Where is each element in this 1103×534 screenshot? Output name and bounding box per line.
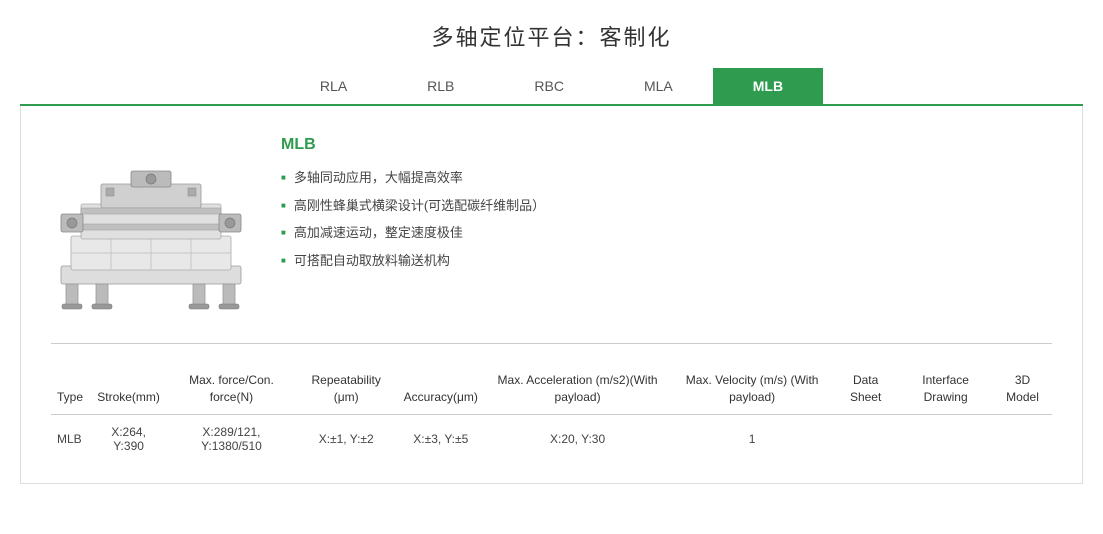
- product-info: MLB 多轴同动应用，大幅提高效率 高刚性蜂巢式横梁设计(可选配碳纤维制品） 高…: [281, 136, 1052, 278]
- cell-accuracy: X:±3, Y:±5: [398, 414, 484, 463]
- col-header-velocity: Max. Velocity (m/s) (With payload): [671, 364, 833, 414]
- col-header-force: Max. force/Con. force(N): [168, 364, 295, 414]
- cell-acceleration: X:20, Y:30: [484, 414, 671, 463]
- product-section: MLB 多轴同动应用，大幅提高效率 高刚性蜂巢式横梁设计(可选配碳纤维制品） 高…: [51, 136, 1052, 344]
- feature-item-4: 可搭配自动取放料输送机构: [281, 251, 1052, 271]
- tab-bar: RLA RLB RBC MLA MLB: [20, 68, 1083, 106]
- col-header-interface: Interface Drawing: [898, 364, 993, 414]
- tab-rla[interactable]: RLA: [280, 68, 387, 104]
- page-title: 多轴定位平台：客制化: [0, 0, 1103, 68]
- col-header-repeatability: Repeatability (μm): [295, 364, 398, 414]
- feature-item-3: 高加减速运动，整定速度极佳: [281, 223, 1052, 243]
- cell-repeatability: X:±1, Y:±2: [295, 414, 398, 463]
- cell-interface: [898, 414, 993, 463]
- cell-force: X:289/121, Y:1380/510: [168, 414, 295, 463]
- content-panel: MLB 多轴同动应用，大幅提高效率 高刚性蜂巢式横梁设计(可选配碳纤维制品） 高…: [20, 106, 1083, 484]
- col-header-datasheet: Data Sheet: [833, 364, 898, 414]
- feature-item-1: 多轴同动应用，大幅提高效率: [281, 168, 1052, 188]
- tab-rbc[interactable]: RBC: [494, 68, 604, 104]
- tab-rlb[interactable]: RLB: [387, 68, 494, 104]
- cell-velocity: 1: [671, 414, 833, 463]
- feature-list: 多轴同动应用，大幅提高效率 高刚性蜂巢式横梁设计(可选配碳纤维制品） 高加减速运…: [281, 168, 1052, 270]
- product-name: MLB: [281, 136, 1052, 154]
- col-header-stroke: Stroke(mm): [89, 364, 168, 414]
- cell-datasheet: [833, 414, 898, 463]
- tab-mlb[interactable]: MLB: [713, 68, 823, 104]
- col-header-accuracy: Accuracy(μm): [398, 364, 484, 414]
- col-header-type: Type: [51, 364, 89, 414]
- feature-item-2: 高刚性蜂巢式横梁设计(可选配碳纤维制品）: [281, 196, 1052, 216]
- cell-type: MLB: [51, 414, 89, 463]
- spec-table: Type Stroke(mm) Max. force/Con. force(N)…: [51, 364, 1052, 463]
- product-svg: [51, 136, 251, 316]
- cell-3dmodel: [993, 414, 1052, 463]
- col-header-acceleration: Max. Acceleration (m/s2)(With payload): [484, 364, 671, 414]
- product-image: [51, 136, 251, 319]
- tab-mla[interactable]: MLA: [604, 68, 713, 104]
- cell-stroke: X:264, Y:390: [89, 414, 168, 463]
- table-row: MLB X:264, Y:390 X:289/121, Y:1380/510 X…: [51, 414, 1052, 463]
- col-header-3dmodel: 3D Model: [993, 364, 1052, 414]
